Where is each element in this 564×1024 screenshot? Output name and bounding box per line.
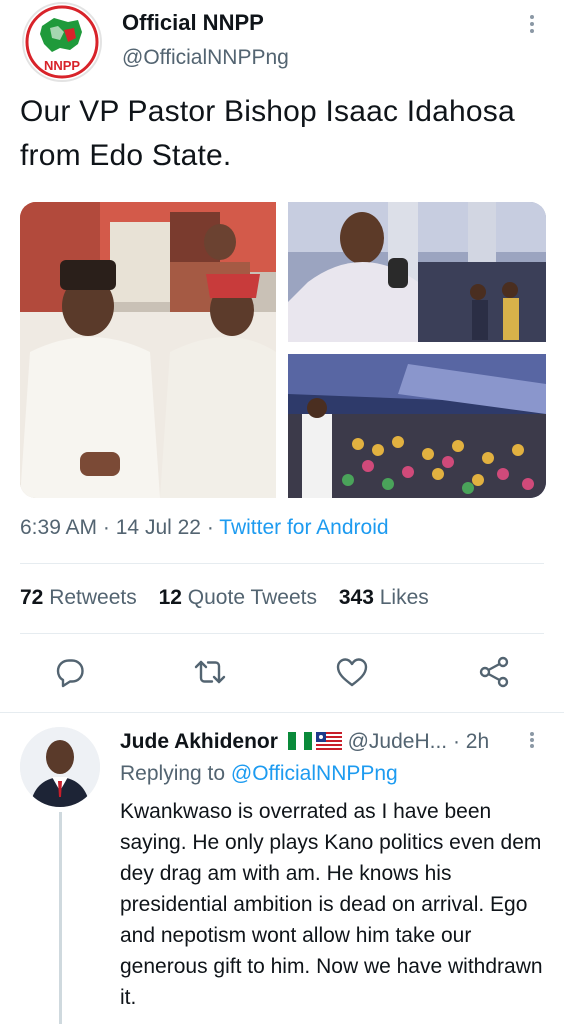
logo-text: NNPP	[44, 58, 80, 73]
divider	[20, 633, 544, 634]
reply-author-handle[interactable]: @JudeH...	[348, 730, 448, 753]
photo-2[interactable]	[288, 202, 546, 342]
quotes-label: Quote Tweets	[187, 586, 317, 609]
likes-count: 343	[338, 586, 374, 609]
liberia-flag-icon	[315, 732, 342, 756]
reply-avatar[interactable]	[20, 727, 100, 807]
media-grid	[20, 202, 546, 498]
meta-separator: ·	[206, 516, 214, 539]
thread-line	[59, 812, 62, 1024]
like-icon[interactable]	[334, 654, 370, 690]
more-icon[interactable]	[522, 12, 542, 38]
section-separator	[0, 712, 564, 713]
tweet-meta: 6:39 AM · 14 Jul 22 · Twitter for Androi…	[20, 516, 389, 540]
tweet-source[interactable]: Twitter for Android	[219, 516, 388, 539]
reply-icon[interactable]	[52, 654, 88, 690]
replying-to-link[interactable]: @OfficialNNPPng	[231, 762, 398, 785]
tweet-text: Our VP Pastor Bishop Isaac Idahosa from …	[20, 95, 515, 172]
nnpp-logo-icon: NNPP	[25, 5, 99, 79]
photo-1[interactable]	[20, 202, 276, 498]
tweet-stats: 72 Retweets 12 Quote Tweets 343 Likes	[20, 586, 445, 610]
tweet-header: NNPP Official NNPP @OfficialNNPPng	[0, 0, 564, 82]
reply-more-icon[interactable]	[524, 730, 540, 754]
meta-separator: ·	[102, 516, 110, 539]
replying-to: Replying to @OfficialNNPPng	[120, 762, 398, 786]
tweet-actions	[0, 650, 564, 694]
reply-text: Kwankwaso is overrated as I have been sa…	[120, 800, 543, 1009]
account-handle[interactable]: @OfficialNNPPng	[122, 46, 289, 70]
display-name[interactable]: Official NNPP	[122, 10, 264, 36]
retweets-stat[interactable]: 72 Retweets	[20, 586, 137, 609]
quotes-count: 12	[158, 586, 182, 609]
photo-3[interactable]	[288, 354, 546, 498]
likes-label: Likes	[379, 586, 429, 609]
nigeria-flag-icon	[287, 732, 312, 756]
retweets-label: Retweets	[49, 586, 137, 609]
share-icon[interactable]	[476, 654, 512, 690]
quote-tweets-stat[interactable]: 12 Quote Tweets	[159, 586, 317, 609]
divider	[20, 563, 544, 564]
reply-time[interactable]: · 2h	[453, 730, 489, 753]
tweet-date[interactable]: 14 Jul 22	[116, 516, 201, 539]
reply-header: Jude Akhidenor @JudeH... · 2h	[120, 730, 540, 756]
retweet-icon[interactable]	[192, 654, 228, 690]
tweet-time: 6:39 AM	[20, 516, 98, 539]
retweets-count: 72	[20, 586, 44, 609]
replying-prefix: Replying to	[120, 762, 231, 785]
likes-stat[interactable]: 343 Likes	[339, 586, 429, 609]
reply-author-name[interactable]: Jude Akhidenor	[120, 730, 278, 753]
nnpp-logo-avatar[interactable]: NNPP	[22, 2, 102, 82]
